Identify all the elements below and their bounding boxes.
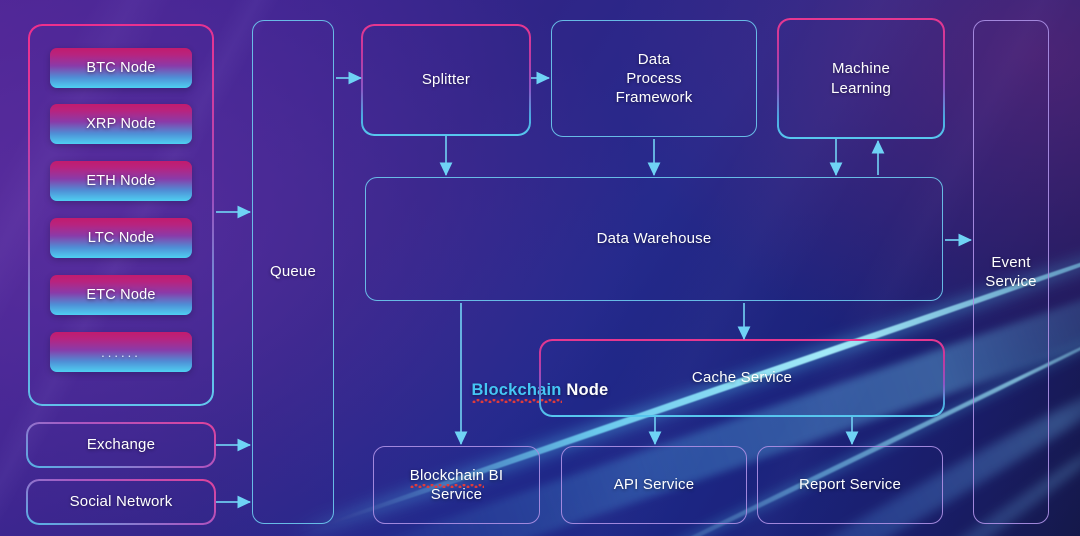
machine-learning-label: Machine Learning [831, 60, 891, 97]
data-process-framework-label: Data Process Framework [615, 50, 693, 107]
data-warehouse-box[interactable]: Data Warehouse [365, 177, 943, 301]
data-process-framework-box[interactable]: Data Process Framework [551, 20, 757, 137]
node-chip-btc[interactable]: BTC Node [50, 48, 192, 88]
cache-service-box[interactable]: Cache Service [541, 341, 943, 415]
node-chip-eth[interactable]: ETH Node [50, 161, 192, 201]
node-chip-label: BTC Node [86, 60, 156, 76]
event-service-label: Event Service [985, 253, 1037, 290]
report-service-box[interactable]: Report Service [757, 446, 943, 524]
node-chip-label: LTC Node [87, 230, 155, 246]
blockchain-bi-service-label: Blockchain BI Service [409, 466, 504, 504]
node-chip-more[interactable]: ...... [50, 332, 192, 372]
bi-label-blockchain: Blockchain [409, 466, 485, 489]
node-chip-label: ...... [101, 344, 141, 360]
api-service-label: API Service [613, 476, 695, 494]
queue-label: Queue [269, 263, 317, 281]
node-chip-label: ETC Node [86, 287, 156, 303]
source-box-label: Exchange [86, 436, 156, 454]
source-box-exchange[interactable]: Exchange [28, 424, 214, 466]
data-warehouse-label: Data Warehouse [596, 230, 712, 248]
queue-box[interactable]: Queue [252, 20, 334, 524]
source-box-social-network[interactable]: Social Network [28, 481, 214, 523]
splitter-label: Splitter [421, 71, 471, 89]
bi-label-bi: BI [484, 466, 504, 484]
api-service-box[interactable]: API Service [561, 446, 747, 524]
node-chip-label: ETH Node [86, 173, 156, 189]
cache-service-label: Cache Service [691, 369, 793, 387]
node-chip-xrp[interactable]: XRP Node [50, 104, 192, 144]
event-service-box[interactable]: Event Service [973, 20, 1049, 524]
report-service-label: Report Service [798, 476, 901, 494]
machine-learning-box[interactable]: Machine Learning [779, 20, 943, 137]
source-box-label: Social Network [69, 493, 173, 511]
node-chip-ltc[interactable]: LTC Node [50, 218, 192, 258]
bi-label-service: Service [430, 486, 483, 503]
architecture-diagram-canvas: BTC Node XRP Node ETH Node LTC Node ETC … [0, 0, 1080, 536]
splitter-box[interactable]: Splitter [363, 26, 529, 134]
node-chip-etc[interactable]: ETC Node [50, 275, 192, 315]
node-chip-label: XRP Node [86, 116, 156, 132]
blockchain-bi-service-box[interactable]: Blockchain BI Service [373, 446, 540, 524]
